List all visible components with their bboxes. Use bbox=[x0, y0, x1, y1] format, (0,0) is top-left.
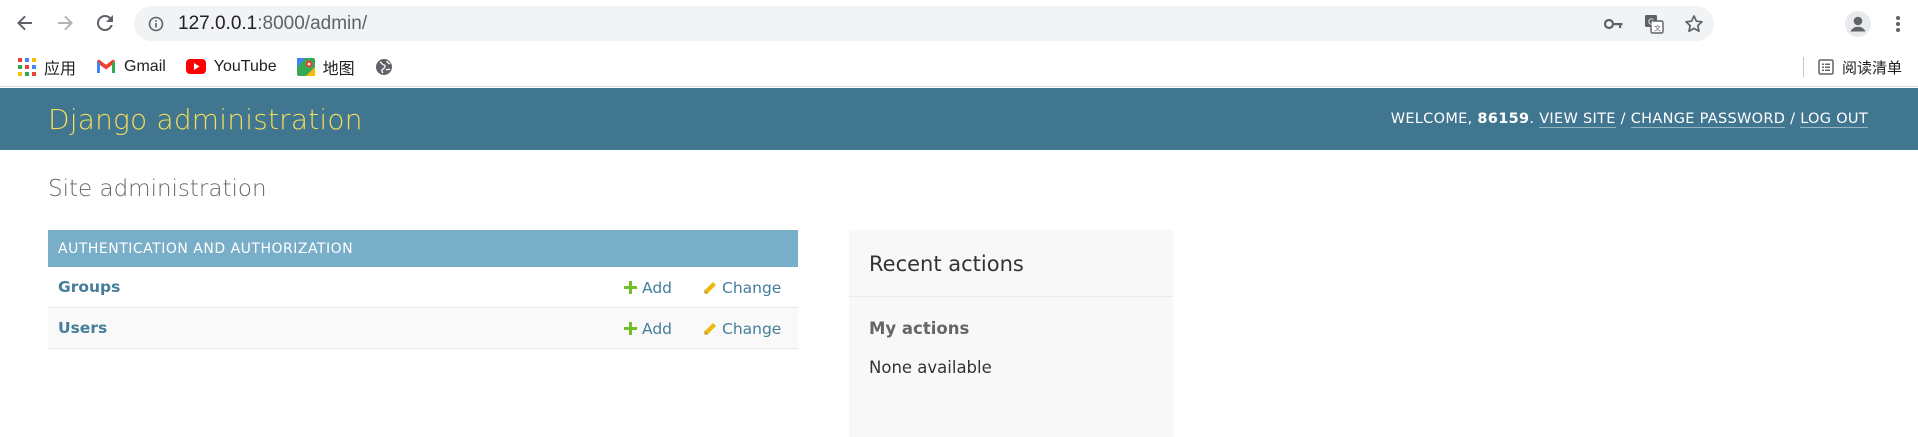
view-site-link[interactable]: View site bbox=[1539, 111, 1616, 128]
globe-icon bbox=[375, 58, 392, 75]
browser-toolbar: 127.0.0.1:8000/admin/ G 文 bbox=[0, 0, 1918, 47]
groups-link[interactable]: Groups bbox=[58, 278, 120, 296]
address-bar[interactable]: 127.0.0.1:8000/admin/ G 文 bbox=[134, 6, 1714, 41]
url-path: :8000/admin/ bbox=[257, 12, 368, 34]
change-password-link[interactable]: Change password bbox=[1630, 111, 1786, 128]
youtube-icon bbox=[185, 59, 206, 74]
reading-list-label: 阅读清单 bbox=[1841, 59, 1902, 77]
welcome-text: Welcome, bbox=[1390, 111, 1473, 127]
kebab-menu-icon bbox=[1896, 15, 1900, 32]
menu-button[interactable] bbox=[1878, 5, 1918, 42]
bookmark-label: YouTube bbox=[213, 57, 277, 75]
recent-actions-panel: Recent actions My actions None available bbox=[849, 230, 1173, 437]
apps-grid-icon bbox=[18, 57, 36, 76]
bookmark-globe[interactable] bbox=[367, 52, 401, 82]
avatar-icon bbox=[1845, 10, 1871, 37]
username: 86159 bbox=[1477, 111, 1530, 127]
site-branding[interactable]: Django administration bbox=[48, 103, 363, 136]
omnibox-actions: G 文 bbox=[1594, 6, 1714, 41]
toolbar-right bbox=[1838, 5, 1918, 42]
reload-button[interactable] bbox=[87, 5, 123, 41]
groups-add-link[interactable]: Add bbox=[624, 267, 672, 308]
pencil-icon bbox=[704, 322, 716, 334]
info-icon bbox=[148, 16, 164, 31]
profile-button[interactable] bbox=[1838, 5, 1878, 42]
arrow-right-icon bbox=[58, 15, 73, 31]
translate-button[interactable]: G 文 bbox=[1634, 6, 1674, 41]
groups-change-link[interactable]: Change bbox=[703, 267, 781, 308]
add-plus-icon bbox=[624, 281, 637, 294]
change-label: Change bbox=[722, 319, 782, 338]
bookmark-apps[interactable]: 应用 bbox=[10, 52, 84, 82]
star-icon bbox=[1685, 14, 1703, 32]
my-actions-heading: My actions bbox=[869, 319, 970, 338]
reload-icon bbox=[96, 14, 113, 31]
reading-list-icon bbox=[1818, 59, 1834, 75]
users-add-link[interactable]: Add bbox=[624, 308, 672, 349]
arrow-left-icon bbox=[17, 15, 32, 31]
url-host: 127.0.0.1 bbox=[178, 12, 258, 34]
table-row-users: Users Add Change bbox=[48, 308, 798, 349]
pencil-icon bbox=[704, 281, 716, 293]
url-text: 127.0.0.1:8000/admin/ bbox=[178, 13, 367, 35]
svg-text:文: 文 bbox=[1654, 23, 1661, 32]
page-title: Site administration bbox=[48, 176, 267, 202]
module-caption[interactable]: Authentication and Authorization bbox=[48, 230, 798, 267]
admin-header: Django administration Welcome, 86159. Vi… bbox=[0, 88, 1918, 150]
maps-icon bbox=[296, 57, 315, 76]
empty-actions-text: None available bbox=[869, 358, 992, 377]
add-plus-icon bbox=[624, 322, 637, 335]
divider bbox=[1802, 57, 1804, 77]
key-icon bbox=[1604, 18, 1623, 29]
bookmark-gmail[interactable]: Gmail bbox=[88, 52, 174, 82]
table-row-groups: Groups Add Change bbox=[48, 267, 798, 308]
back-button[interactable] bbox=[7, 5, 43, 41]
translate-icon: G 文 bbox=[1645, 14, 1664, 34]
users-link[interactable]: Users bbox=[58, 319, 107, 337]
bookmark-label: 应用 bbox=[44, 60, 77, 78]
bookmark-star-button[interactable] bbox=[1674, 6, 1714, 41]
add-label: Add bbox=[642, 319, 673, 338]
gmail-icon bbox=[97, 59, 116, 73]
bookmark-label: Gmail bbox=[124, 57, 166, 75]
reading-list-button[interactable]: 阅读清单 bbox=[1802, 52, 1902, 82]
bookmarks-bar: 应用 Gmail YouTube 地图 阅读清单 bbox=[0, 47, 1918, 87]
auth-module: Authentication and Authorization Groups … bbox=[48, 230, 798, 349]
recent-actions-title: Recent actions bbox=[849, 230, 1173, 297]
forward-button[interactable] bbox=[47, 5, 83, 41]
log-out-link[interactable]: Log out bbox=[1800, 111, 1868, 128]
bookmark-maps[interactable]: 地图 bbox=[289, 52, 363, 82]
change-label: Change bbox=[722, 278, 782, 297]
users-change-link[interactable]: Change bbox=[703, 308, 781, 349]
add-label: Add bbox=[642, 278, 673, 297]
bookmark-youtube[interactable]: YouTube bbox=[178, 52, 285, 82]
key-button[interactable] bbox=[1594, 6, 1634, 41]
user-tools: Welcome, 86159. View site / Change passw… bbox=[1390, 111, 1868, 128]
bookmark-label: 地图 bbox=[322, 60, 355, 78]
